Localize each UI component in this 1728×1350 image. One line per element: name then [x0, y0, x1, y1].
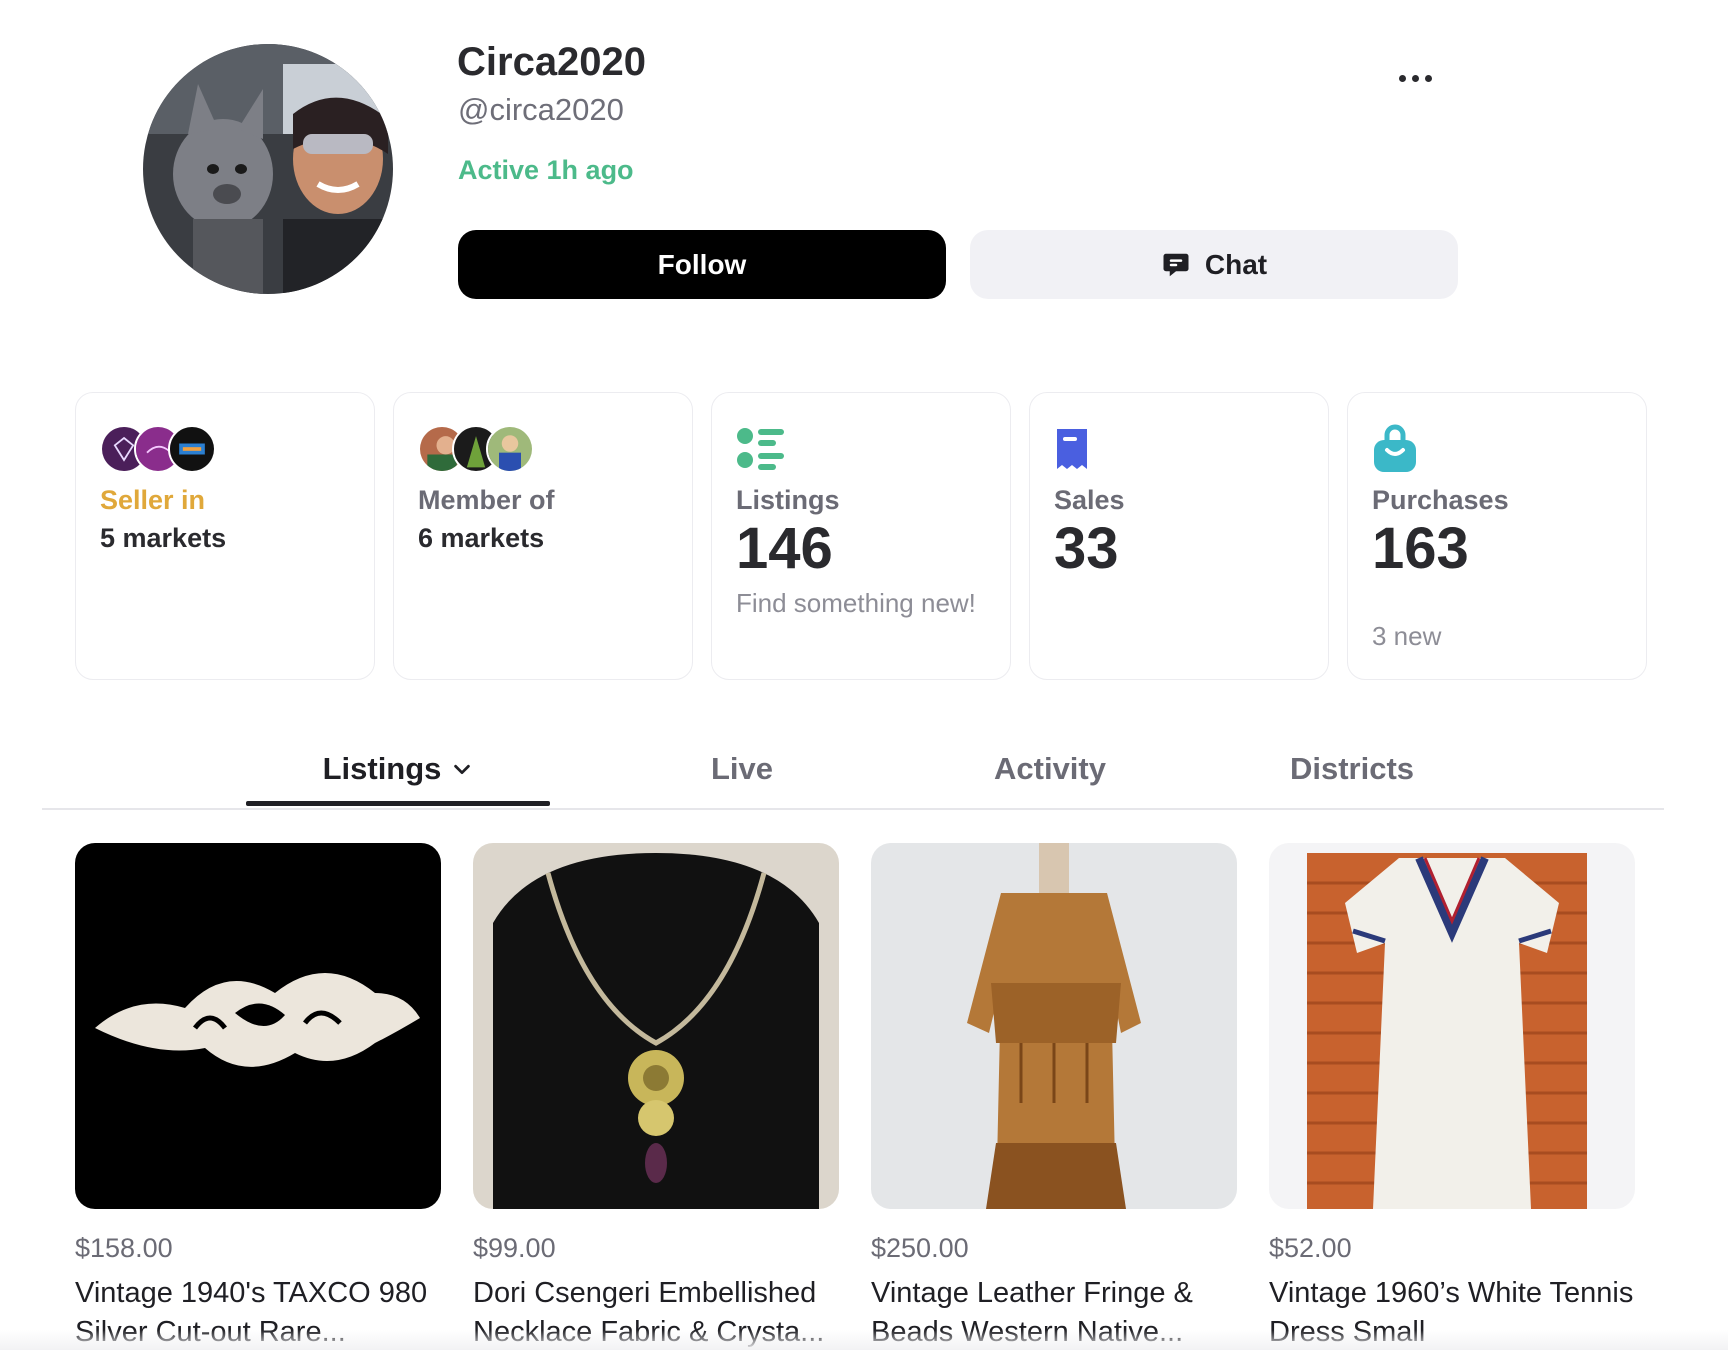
listing-price: $99.00: [473, 1233, 556, 1263]
tab-live[interactable]: Live: [590, 728, 894, 810]
seller-markets-card[interactable]: Seller in 5 markets: [75, 392, 375, 680]
list-icon: [737, 428, 784, 470]
market-avatar: [168, 425, 216, 473]
purchases-stat-count: 163: [1372, 516, 1469, 581]
more-options-button[interactable]: [1390, 58, 1440, 98]
activity-status: Active 1h ago: [458, 155, 634, 185]
chat-button-label: Chat: [1204, 248, 1268, 280]
active-tab-indicator: [246, 801, 550, 806]
follow-button[interactable]: Follow: [458, 230, 946, 299]
member-count: 6 markets: [418, 523, 545, 553]
member-label: Member of: [418, 485, 555, 515]
purchases-stat-card[interactable]: Purchases 163 3 new: [1347, 392, 1647, 680]
sales-stat-card[interactable]: Sales 33: [1029, 392, 1329, 680]
listing-card[interactable]: $158.00 Vintage 1940's TAXCO 980 Silver …: [75, 843, 441, 1350]
shopping-bag-icon: [1374, 424, 1416, 472]
profile-tabs: Listings Live Activity Districts: [42, 728, 1664, 810]
listing-price: $158.00: [75, 1233, 173, 1263]
tab-listings[interactable]: Listings: [246, 728, 550, 810]
member-market-avatars: [418, 421, 534, 477]
listings-stat-hint: Find something new!: [736, 588, 976, 618]
member-markets-card[interactable]: Member of 6 markets: [393, 392, 693, 680]
more-horizontal-icon: [1398, 74, 1406, 82]
seller-count: 5 markets: [100, 523, 227, 553]
sales-stat-label: Sales: [1054, 485, 1125, 515]
purchases-stat-hint: 3 new: [1372, 621, 1442, 651]
follow-button-label: Follow: [657, 248, 747, 280]
listing-image[interactable]: [1269, 843, 1635, 1209]
chat-button[interactable]: Chat: [970, 230, 1458, 299]
market-avatar: [486, 425, 534, 473]
bottom-fade: [0, 1330, 1728, 1350]
profile-name: Circa2020: [457, 40, 647, 84]
listing-price: $250.00: [871, 1233, 969, 1263]
tab-activity[interactable]: Activity: [898, 728, 1202, 810]
seller-market-avatars: [100, 421, 216, 477]
listings-stat-card[interactable]: Listings 146 Find something new!: [711, 392, 1011, 680]
listing-price: $52.00: [1269, 1233, 1352, 1263]
receipt-icon: [1057, 429, 1087, 469]
profile-handle: @circa2020: [458, 92, 624, 127]
purchases-stat-label: Purchases: [1372, 485, 1509, 515]
listings-stat-label: Listings: [736, 485, 840, 515]
sales-stat-count: 33: [1054, 516, 1119, 581]
listing-image[interactable]: [473, 843, 839, 1209]
profile-avatar[interactable]: [143, 44, 393, 294]
listing-card[interactable]: $52.00 Vintage 1960’s White Tennis Dress…: [1269, 843, 1635, 1350]
listing-image[interactable]: [75, 843, 441, 1209]
tab-districts[interactable]: Districts: [1200, 728, 1504, 810]
chevron-down-icon: [454, 764, 471, 775]
chat-bubble-icon: [1163, 253, 1189, 276]
listings-stat-count: 146: [736, 516, 833, 581]
seller-label: Seller in: [100, 485, 206, 515]
listing-card[interactable]: $99.00 Dori Csengeri Embellished Necklac…: [473, 843, 839, 1350]
listing-image[interactable]: [871, 843, 1237, 1209]
listing-card[interactable]: $250.00 Vintage Leather Fringe & Beads W…: [871, 843, 1237, 1350]
